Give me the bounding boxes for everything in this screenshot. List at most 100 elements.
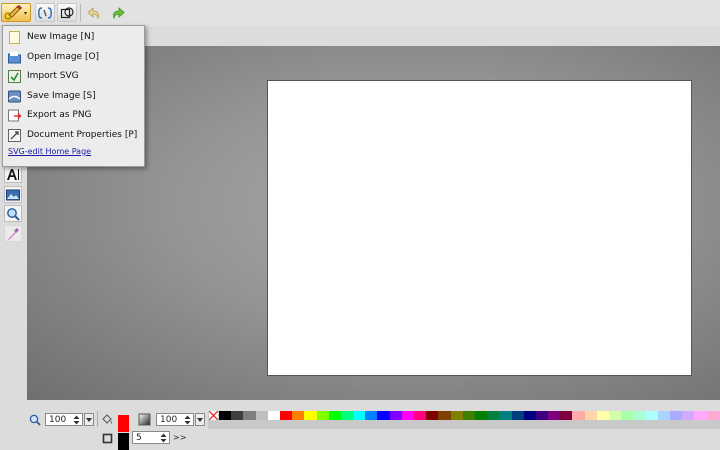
- save-image-icon: [8, 90, 21, 102]
- home-page-link[interactable]: SVG-edit Home Page: [8, 147, 91, 156]
- opacity-value: 100: [160, 414, 178, 425]
- text-tool-icon: [7, 168, 19, 180]
- menu-item-save-image[interactable]: Save Image [S]: [8, 88, 140, 104]
- zoom-tool-button[interactable]: [4, 205, 22, 222]
- fill-paint-icon: [102, 414, 113, 424]
- color-swatch[interactable]: [426, 411, 439, 420]
- color-swatch[interactable]: [304, 411, 317, 420]
- zoom-input[interactable]: 100: [45, 413, 83, 426]
- color-swatch[interactable]: [450, 411, 463, 420]
- color-swatch[interactable]: [694, 411, 707, 420]
- stroke-width-input[interactable]: 5: [132, 431, 170, 444]
- text-tool-button[interactable]: [4, 166, 22, 183]
- menu-item-label: Document Properties [P]: [27, 130, 138, 140]
- new-image-icon: [9, 30, 20, 44]
- color-swatch[interactable]: [645, 411, 658, 420]
- color-swatch[interactable]: [609, 411, 622, 420]
- color-swatch[interactable]: [535, 411, 549, 420]
- top-toolbar: [0, 0, 720, 26]
- menu-item-import-svg[interactable]: Import SVG: [8, 68, 140, 84]
- color-swatch[interactable]: [243, 411, 256, 420]
- spinner-arrows-icon[interactable]: [160, 433, 167, 443]
- undo-button[interactable]: [84, 3, 104, 22]
- redo-button[interactable]: [108, 3, 128, 22]
- bottom-separator: [97, 411, 98, 427]
- color-swatch[interactable]: [487, 411, 500, 420]
- image-tool-icon: [6, 189, 20, 200]
- color-swatch[interactable]: [657, 411, 670, 420]
- color-swatch[interactable]: [706, 411, 719, 420]
- spinner-arrows-icon[interactable]: [184, 415, 191, 425]
- color-swatch[interactable]: [377, 411, 390, 420]
- chevron-down-icon: [197, 417, 203, 422]
- color-swatch[interactable]: [548, 411, 561, 420]
- wireframe-icon: [60, 6, 74, 18]
- chevron-down-icon: [86, 417, 92, 422]
- spinner-arrows-icon[interactable]: [73, 415, 80, 425]
- color-swatch[interactable]: [596, 411, 609, 420]
- stroke-color-swatch[interactable]: [118, 433, 129, 450]
- color-swatch[interactable]: [474, 411, 488, 420]
- menu-item-open-image[interactable]: Open Image [O]: [8, 49, 140, 65]
- color-swatch[interactable]: [389, 411, 402, 420]
- source-button[interactable]: [35, 3, 55, 22]
- color-swatch[interactable]: [267, 411, 280, 420]
- menu-item-export-png[interactable]: Export as PNG: [8, 107, 140, 123]
- color-swatch[interactable]: [414, 411, 427, 420]
- opacity-input[interactable]: 100: [156, 413, 194, 426]
- undo-icon: [87, 6, 99, 20]
- stroke-icon: [102, 433, 113, 444]
- no-color-icon[interactable]: [209, 411, 218, 420]
- color-swatch[interactable]: [340, 411, 354, 420]
- main-menu-icon: [4, 4, 27, 19]
- color-swatch[interactable]: [682, 411, 695, 420]
- color-swatch[interactable]: [219, 411, 232, 420]
- toolbar-separator: [80, 4, 81, 22]
- menu-item-label: New Image [N]: [27, 32, 95, 42]
- color-swatch[interactable]: [584, 411, 597, 420]
- main-menu-button[interactable]: [1, 3, 31, 22]
- color-swatch[interactable]: [231, 411, 244, 420]
- svg-canvas[interactable]: [268, 81, 691, 375]
- color-swatch[interactable]: [401, 411, 414, 420]
- color-swatch[interactable]: [633, 411, 646, 420]
- redo-icon: [113, 6, 125, 20]
- color-swatch[interactable]: [353, 411, 366, 420]
- menu-item-label: Export as PNG: [27, 110, 92, 120]
- color-swatch[interactable]: [292, 411, 305, 420]
- color-swatch[interactable]: [328, 411, 341, 420]
- eyedropper-icon: [8, 227, 19, 240]
- menu-item-label: Save Image [S]: [27, 91, 96, 101]
- source-icon: [38, 6, 52, 19]
- open-image-icon: [8, 51, 21, 63]
- menu-item-new-image[interactable]: New Image [N]: [8, 29, 140, 45]
- color-swatch[interactable]: [462, 411, 475, 420]
- wireframe-button[interactable]: [57, 3, 77, 22]
- zoom-icon: [29, 414, 41, 426]
- fill-color-swatch[interactable]: [118, 415, 129, 432]
- more-stroke-options-button[interactable]: >>: [173, 433, 186, 442]
- color-swatch[interactable]: [669, 411, 683, 420]
- zoom-dropdown-button[interactable]: [84, 413, 94, 426]
- menu-item-label: Open Image [O]: [27, 52, 100, 62]
- color-swatch[interactable]: [365, 411, 378, 420]
- color-swatch[interactable]: [316, 411, 329, 420]
- zoom-tool-icon: [7, 207, 20, 221]
- color-swatch[interactable]: [511, 411, 524, 420]
- eyedropper-tool-button[interactable]: [4, 225, 22, 242]
- color-swatch[interactable]: [279, 411, 293, 420]
- color-swatch[interactable]: [523, 411, 536, 420]
- import-svg-icon: [8, 69, 21, 83]
- menu-item-document-properties[interactable]: Document Properties [P]: [8, 127, 140, 143]
- opacity-dropdown-button[interactable]: [195, 413, 205, 426]
- opacity-icon: [138, 413, 151, 426]
- color-swatch[interactable]: [572, 411, 585, 420]
- export-png-icon: [8, 109, 21, 121]
- color-swatch[interactable]: [255, 411, 268, 420]
- color-swatch[interactable]: [499, 411, 512, 420]
- document-properties-icon: [8, 128, 21, 142]
- image-tool-button[interactable]: [4, 186, 22, 203]
- color-swatch[interactable]: [438, 411, 451, 420]
- color-swatch[interactable]: [621, 411, 634, 420]
- color-swatch[interactable]: [560, 411, 573, 420]
